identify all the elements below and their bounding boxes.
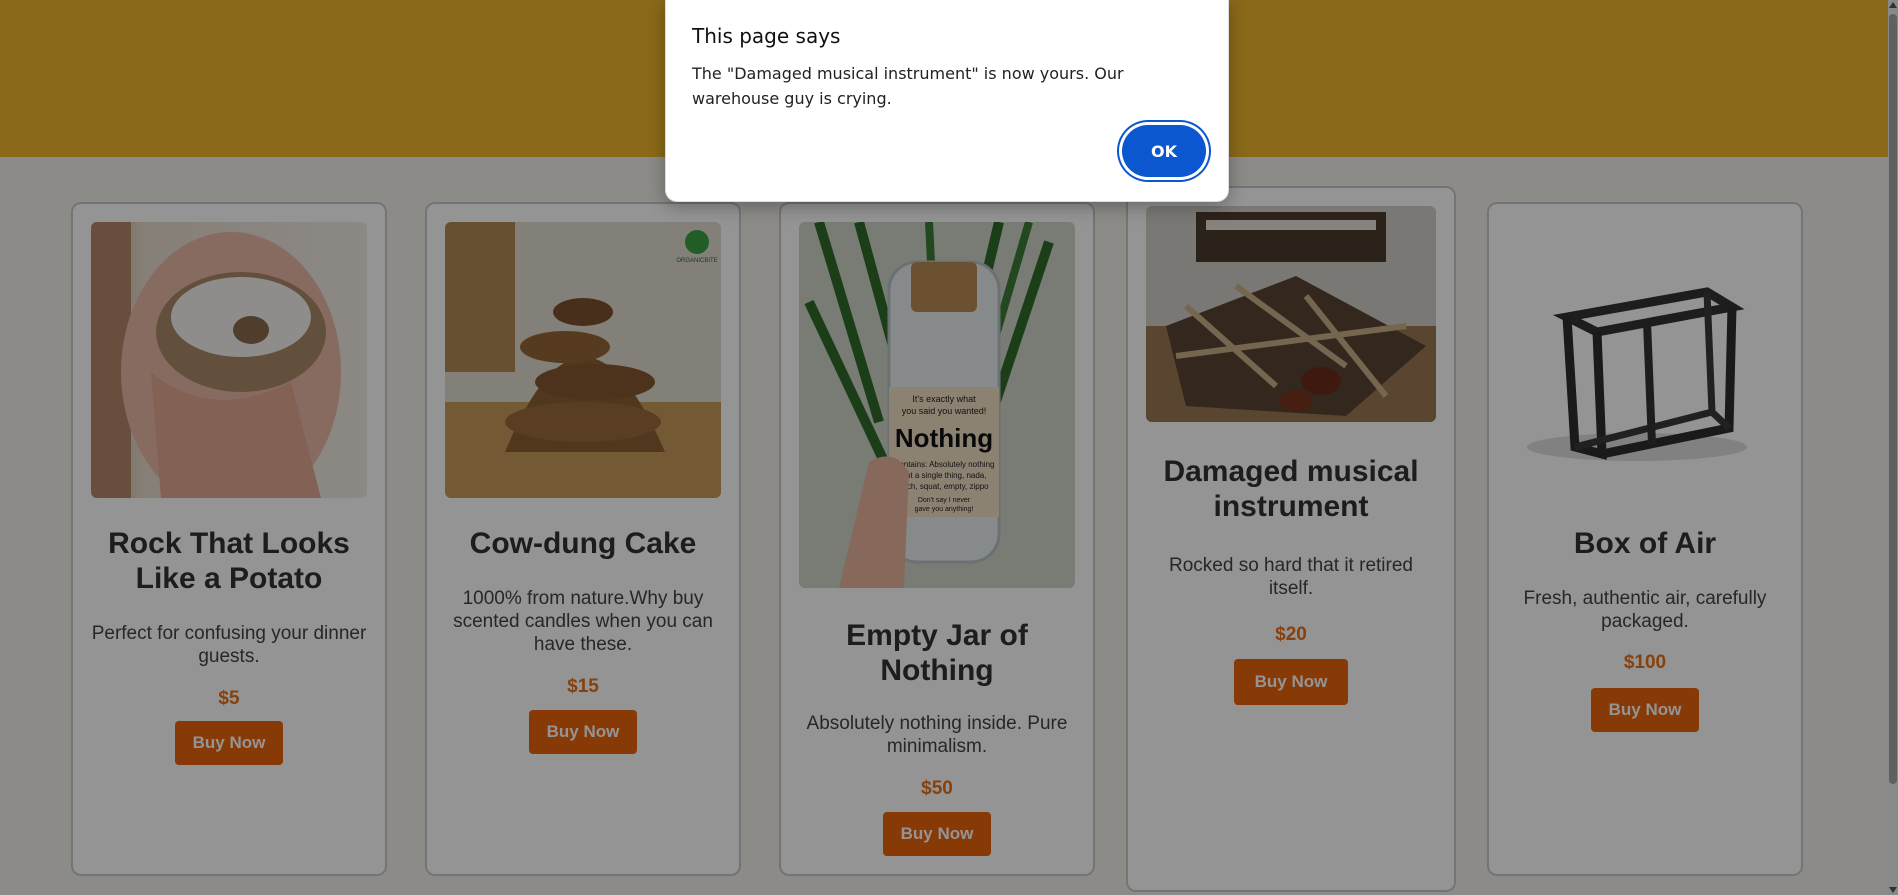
dialog-title: This page says <box>692 24 841 48</box>
ok-button[interactable]: OK <box>1122 125 1206 177</box>
alert-dialog: This page says The "Damaged musical inst… <box>665 0 1229 202</box>
dialog-message: The "Damaged musical instrument" is now … <box>692 64 1124 108</box>
